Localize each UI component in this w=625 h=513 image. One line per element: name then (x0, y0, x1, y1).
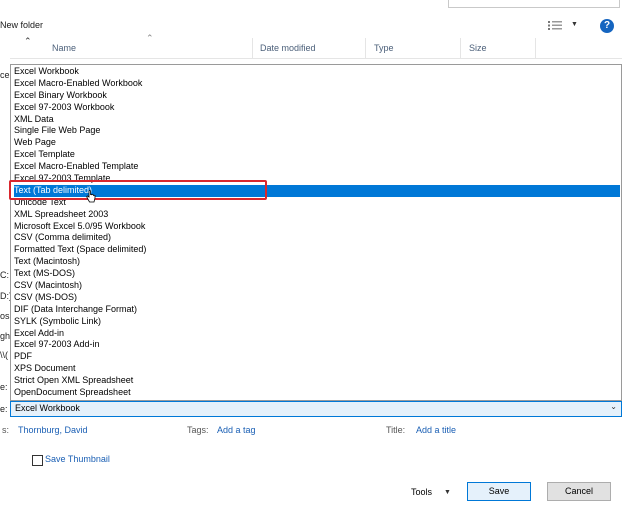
file-type-option[interactable]: Excel Add-in (14, 328, 620, 340)
edge-label: \\( (0, 350, 8, 360)
file-type-option[interactable]: Excel 97-2003 Workbook (14, 102, 620, 114)
edge-label: C: (0, 270, 9, 280)
file-type-option[interactable]: XML Data (14, 114, 620, 126)
file-type-option[interactable]: XML Spreadsheet 2003 (14, 209, 620, 221)
file-type-option[interactable]: Excel Binary Workbook (14, 90, 620, 102)
file-type-option[interactable]: Excel Workbook (14, 66, 620, 78)
column-divider[interactable] (252, 38, 253, 58)
edge-label: e: (0, 404, 8, 414)
file-type-option[interactable]: XPS Document (14, 363, 620, 375)
save-button[interactable]: Save (467, 482, 531, 501)
file-type-option[interactable]: DIF (Data Interchange Format) (14, 304, 620, 316)
file-type-option[interactable]: SYLK (Symbolic Link) (14, 316, 620, 328)
highlight-box (9, 180, 267, 200)
address-bar (0, 0, 625, 8)
authors-value[interactable]: Thornburg, David (18, 425, 88, 435)
column-date-modified[interactable]: Date modified (260, 43, 316, 53)
column-size[interactable]: Size (469, 43, 487, 53)
save-as-type-select[interactable]: Excel Workbook ⌄ (10, 401, 622, 417)
file-type-option[interactable]: CSV (Comma delimited) (14, 232, 620, 244)
file-type-option[interactable]: Single File Web Page (14, 125, 620, 137)
sort-indicator-icon: ⌃ (146, 33, 154, 43)
file-type-option[interactable]: OpenDocument Spreadsheet (14, 387, 620, 399)
file-type-option[interactable]: Excel Template (14, 149, 620, 161)
tags-label: Tags: (187, 425, 209, 435)
title-value[interactable]: Add a title (416, 425, 456, 435)
file-type-option[interactable]: Web Page (14, 137, 620, 149)
save-thumbnail-checkbox[interactable] (32, 455, 43, 466)
edge-label: e: (0, 382, 8, 392)
column-name[interactable]: Name (52, 43, 76, 53)
edge-label: os (0, 311, 10, 321)
edge-label: gh (0, 331, 11, 341)
search-box[interactable] (448, 0, 620, 8)
file-type-option[interactable]: CSV (Macintosh) (14, 280, 620, 292)
file-type-option[interactable]: Excel Macro-Enabled Template (14, 161, 620, 173)
file-type-option[interactable]: PDF (14, 351, 620, 363)
column-header-row: ⌃ ⌃ Name Date modified Type Size (10, 33, 622, 59)
metadata-row: s: Thornburg, David Tags: Add a tag Titl… (0, 425, 625, 439)
column-divider[interactable] (535, 38, 536, 58)
file-type-option[interactable]: Strict Open XML Spreadsheet (14, 375, 620, 387)
file-type-dropdown-list: Excel Workbook Excel Macro-Enabled Workbo… (10, 64, 622, 401)
cancel-button[interactable]: Cancel (547, 482, 611, 501)
title-label: Title: (386, 425, 406, 435)
authors-label: s: (2, 425, 10, 435)
view-options-icon[interactable] (548, 20, 562, 32)
save-thumbnail-label[interactable]: Save Thumbnail (45, 454, 110, 464)
new-folder-button[interactable]: New folder (0, 20, 43, 30)
file-type-option[interactable]: Excel Macro-Enabled Workbook (14, 78, 620, 90)
tools-button[interactable]: Tools (411, 487, 432, 497)
column-divider[interactable] (460, 38, 461, 58)
file-type-option[interactable]: CSV (MS-DOS) (14, 292, 620, 304)
file-type-option[interactable]: Formatted Text (Space delimited) (14, 244, 620, 256)
file-type-option[interactable]: Text (MS-DOS) (14, 268, 620, 280)
hand-cursor-icon (86, 190, 96, 203)
file-type-option[interactable]: Text (Macintosh) (14, 256, 620, 268)
file-type-option[interactable]: Microsoft Excel 5.0/95 Workbook (14, 221, 620, 233)
file-type-list: Excel Workbook Excel Macro-Enabled Workbo… (14, 66, 620, 399)
help-icon[interactable]: ? (600, 19, 614, 33)
column-divider[interactable] (365, 38, 366, 58)
chevron-down-icon[interactable]: ▼ (571, 21, 578, 28)
tags-value[interactable]: Add a tag (217, 425, 256, 435)
chevron-down-icon[interactable]: ▼ (444, 489, 451, 496)
chevron-down-icon[interactable]: ⌄ (610, 402, 617, 411)
save-as-type-value: Excel Workbook (15, 403, 80, 413)
column-type[interactable]: Type (374, 43, 394, 53)
file-type-option[interactable]: Excel 97-2003 Add-in (14, 339, 620, 351)
toolbar: New folder ▼ ? (0, 18, 625, 34)
chevron-up-icon[interactable]: ⌃ (24, 36, 32, 47)
